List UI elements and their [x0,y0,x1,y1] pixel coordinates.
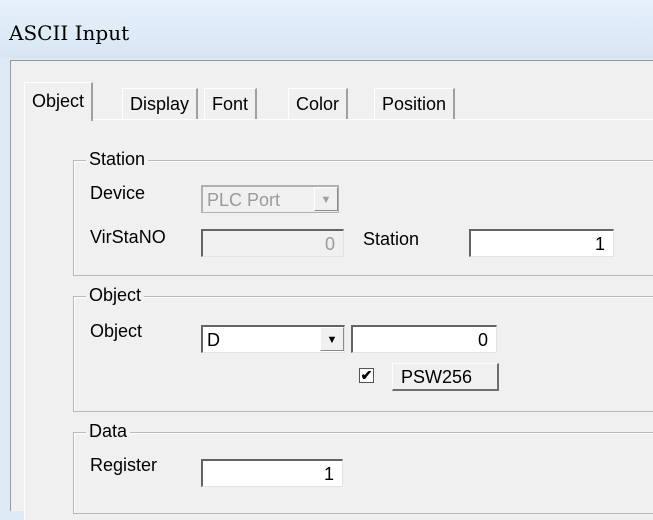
register-field[interactable]: 1 [201,459,343,487]
station-label: Station [363,229,420,249]
station-group-legend: Station [86,149,149,170]
virstano-value: 0 [324,234,335,254]
data-group-legend: Data [86,421,131,442]
chevron-down-icon: ▼ [314,187,338,211]
virstano-field[interactable]: 0 [201,229,344,257]
virstano-label: VirStaNO [90,227,166,247]
tab-font[interactable]: Font [204,88,258,119]
station-value: 1 [594,234,605,254]
object-group: Object Object D ▼ 0 ✔ PSW256 [73,285,653,412]
psw-checkbox[interactable]: ✔ [359,368,374,383]
device-select-value: PLC Port [207,190,281,210]
tab-position[interactable]: Position [374,88,456,119]
data-group: Data Register 1 [73,421,653,514]
object-address-value: 0 [477,330,488,350]
object-address-field[interactable]: 0 [351,325,497,353]
tab-color[interactable]: Color [288,88,349,119]
tab-label: Font [212,94,249,114]
tab-label: Object [32,91,85,111]
register-value: 1 [323,464,334,484]
station-field[interactable]: 1 [469,229,614,257]
object-group-legend: Object [86,285,145,306]
tab-label: Position [382,94,447,114]
psw256-button[interactable]: PSW256 [392,363,499,391]
psw256-button-label: PSW256 [401,367,473,387]
object-type-select[interactable]: D ▼ [201,325,345,353]
window-title: ASCII Input [9,21,130,45]
object-type-value: D [207,330,220,350]
device-label: Device [90,183,146,203]
checkmark-icon: ✔ [360,367,373,383]
tab-display[interactable]: Display [122,88,199,119]
register-label: Register [90,455,158,475]
station-group: Station Device PLC Port ▼ VirStaNO 0 Sta… [73,149,653,276]
tab-label: Display [130,94,190,114]
tab-object[interactable]: Object [24,82,94,121]
tab-label: Color [296,94,340,114]
title-bar: ASCII Input [0,0,653,58]
chevron-down-icon: ▼ [320,327,344,351]
object-label: Object [90,321,143,341]
device-select[interactable]: PLC Port ▼ [201,185,339,213]
